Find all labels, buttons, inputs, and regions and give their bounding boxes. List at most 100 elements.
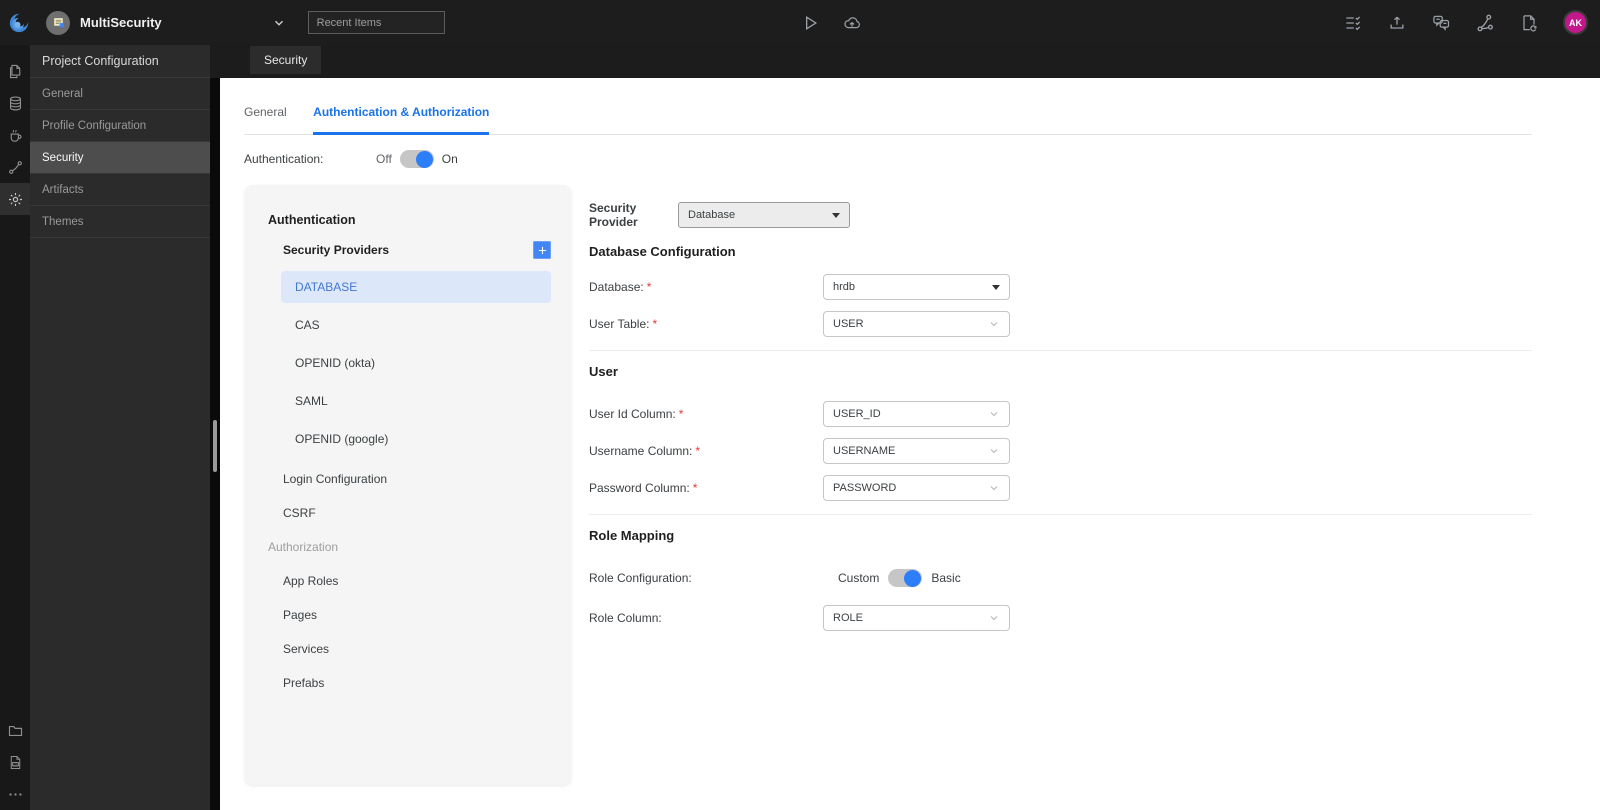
role-column-value: ROLE [833, 612, 863, 624]
chevron-down-icon [990, 412, 998, 417]
role-column-select[interactable]: ROLE [823, 605, 1010, 631]
add-security-provider-button[interactable] [533, 241, 551, 259]
recent-items-input[interactable] [307, 11, 445, 34]
sidebar-items: General Profile Configuration Security A… [30, 78, 210, 238]
panel-item[interactable]: Login Configuration [283, 469, 551, 489]
chevron-down-icon [992, 284, 1000, 290]
role-config-basic-label: Basic [931, 571, 961, 585]
sidebar-item[interactable]: Themes [30, 206, 210, 238]
security-providers-label: Security Providers [283, 243, 390, 257]
section-divider [589, 350, 1532, 351]
security-tab[interactable]: Authentication & Authorization [313, 105, 490, 135]
security-provider-item[interactable]: DATABASE [281, 271, 551, 303]
security-provider-field-label: Security Provider [589, 201, 638, 229]
open-tabs-strip: Security [210, 45, 1600, 78]
top-bar: MultiSecurity AK [0, 0, 1600, 45]
role-config-custom-label: Custom [838, 571, 880, 585]
localization-icon[interactable] [1431, 13, 1451, 33]
project-type-icon [46, 10, 70, 35]
password-column-select[interactable]: PASSWORD [823, 475, 1010, 501]
file-explorer-folder-icon[interactable] [0, 714, 30, 746]
role-mapping-heading: Role Mapping [589, 528, 675, 543]
security-provider-item[interactable]: OPENID (google) [281, 423, 551, 455]
password-column-field-label: Password Column: * [589, 481, 698, 495]
user-table-value: USER [833, 318, 864, 330]
user-table-field-label: User Table: * [589, 317, 658, 331]
authentication-label: Authentication: [244, 152, 324, 166]
security-provider-item[interactable]: OPENID (okta) [281, 347, 551, 379]
security-providers-list: DATABASE CAS OPENID (okta) SAML OPENID (… [268, 271, 551, 455]
pages-icon[interactable] [0, 55, 30, 87]
settings-icon[interactable] [0, 183, 30, 215]
required-marker: * [646, 280, 652, 294]
user-avatar[interactable]: AK [1563, 10, 1588, 35]
authentication-toggle[interactable] [399, 150, 434, 168]
database-icon[interactable] [0, 87, 30, 119]
security-provider-value: Database [688, 209, 736, 221]
role-column-field-label: Role Column: [589, 611, 662, 625]
security-tabs: General Authentication & Authorization [244, 103, 1532, 135]
required-marker: * [692, 481, 698, 495]
apis-icon[interactable] [0, 151, 30, 183]
version-control-icon[interactable] [1475, 13, 1495, 33]
role-configuration-toggle[interactable] [888, 569, 923, 587]
run-preview-icon[interactable] [800, 13, 820, 33]
deploy-cloud-upload-icon[interactable] [842, 13, 862, 33]
panel-item[interactable]: Prefabs [283, 673, 551, 693]
security-tab[interactable]: General [244, 105, 287, 132]
database-provider-form: Security Provider Database Database Conf… [589, 201, 1532, 642]
required-marker: * [678, 407, 684, 421]
database-value: hrdb [833, 281, 856, 293]
panel-item[interactable]: Pages [283, 605, 551, 625]
export-icon[interactable] [1387, 13, 1407, 33]
chevron-down-icon [990, 449, 998, 454]
sidebar-item[interactable]: General [30, 78, 210, 110]
sidebar-item[interactable]: Profile Configuration [30, 110, 210, 142]
sidebar-title: Project Configuration [30, 45, 210, 78]
chevron-down-icon [990, 322, 998, 327]
panel-item[interactable]: Services [283, 639, 551, 659]
authentication-items: Login Configuration CSRF [268, 469, 551, 523]
plus-icon [538, 246, 546, 254]
authentication-toggle-row: Authentication: Off On [244, 150, 458, 168]
chevron-down-icon [990, 616, 998, 621]
database-field-label: Database: * [589, 280, 652, 294]
java-services-icon[interactable] [0, 119, 30, 151]
svg-text:LOG: LOG [13, 762, 18, 766]
panel-item[interactable]: CSRF [283, 503, 551, 523]
chevron-down-icon [990, 486, 998, 491]
more-options-icon[interactable] [0, 778, 30, 810]
file-sync-icon[interactable] [1519, 13, 1539, 33]
database-select[interactable]: hrdb [823, 274, 1010, 300]
sidebar-scrollbar [210, 45, 220, 810]
panel-item[interactable]: App Roles [283, 571, 551, 591]
required-marker: * [695, 444, 701, 458]
sidebar-item[interactable]: Artifacts [30, 174, 210, 206]
wavemaker-logo-icon [9, 13, 29, 32]
tab-security[interactable]: Security [250, 46, 322, 74]
app-logs-icon[interactable]: LOG [0, 746, 30, 778]
user-id-column-field-label: User Id Column: * [589, 407, 684, 421]
authorization-section-header: Authorization [268, 540, 339, 554]
authorization-items: App Roles Pages Services Prefabs [268, 571, 551, 693]
project-switcher-chevron-down-icon[interactable] [272, 16, 286, 30]
security-settings-content: General Authentication & Authorization A… [220, 78, 1600, 810]
user-heading: User [589, 364, 618, 379]
task-checklist-icon[interactable] [1343, 13, 1363, 33]
security-provider-item[interactable]: SAML [281, 385, 551, 417]
username-column-value: USERNAME [833, 445, 896, 457]
security-provider-item[interactable]: CAS [281, 309, 551, 341]
password-column-value: PASSWORD [833, 482, 897, 494]
username-column-select[interactable]: USERNAME [823, 438, 1010, 464]
project-configuration-sidebar: Project Configuration General Profile Co… [30, 45, 210, 810]
user-id-column-value: USER_ID [833, 408, 881, 420]
user-id-column-select[interactable]: USER_ID [823, 401, 1010, 427]
user-table-select[interactable]: USER [823, 311, 1010, 337]
role-configuration-label: Role Configuration: [589, 571, 692, 585]
security-provider-select[interactable]: Database [678, 202, 850, 228]
left-icon-rail: LOG [0, 45, 30, 810]
username-column-field-label: Username Column: * [589, 444, 701, 458]
sidebar-item[interactable]: Security [30, 142, 210, 174]
sidebar-scrollbar-thumb[interactable] [213, 420, 217, 472]
security-navigation-panel: Authentication Security Providers DATABA… [245, 185, 571, 785]
